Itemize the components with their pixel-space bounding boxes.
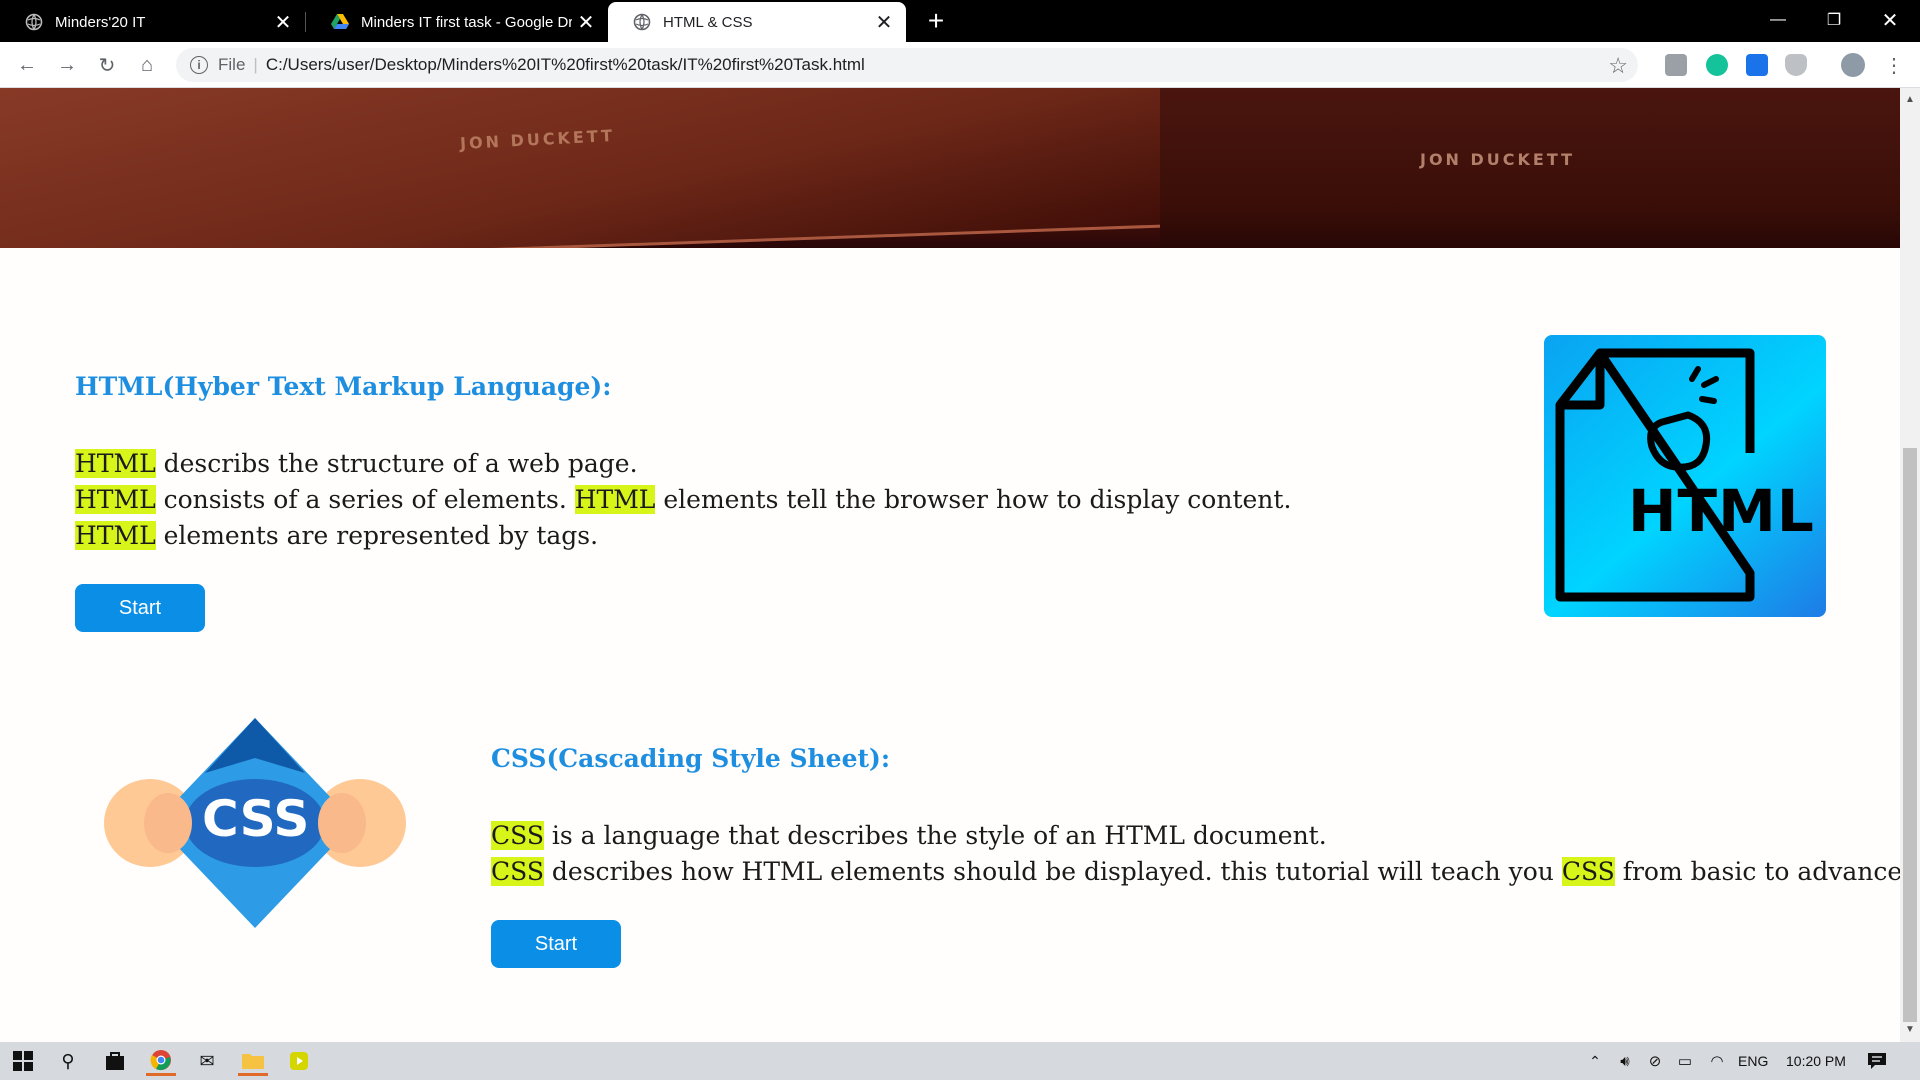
chrome-menu-icon[interactable]: ⋮ xyxy=(1879,50,1909,80)
bookmark-star-icon[interactable]: ☆ xyxy=(1608,53,1628,79)
close-tab-icon[interactable]: ✕ xyxy=(269,8,297,36)
reload-button[interactable]: ↻ xyxy=(92,50,122,80)
css-section-title: CSS(Cascading Style Sheet): xyxy=(491,744,891,773)
hero-banner-image: JON DUCKETT JON DUCKETT xyxy=(0,88,1900,248)
css-logo-text: CSS xyxy=(202,790,310,848)
forward-button[interactable]: → xyxy=(52,50,82,80)
tab-title: Minders'20 IT xyxy=(55,13,146,31)
network-error-icon[interactable]: ⊘ xyxy=(1640,1046,1670,1076)
highlight-term: CSS xyxy=(1561,857,1615,886)
chevron-up-icon[interactable]: ⌃ xyxy=(1580,1046,1610,1076)
highlight-term: CSS xyxy=(491,821,544,850)
address-bar[interactable]: i File | C:/Users/user/Desktop/Minders%2… xyxy=(176,48,1638,82)
css-start-button[interactable]: Start xyxy=(491,920,621,968)
screen: Minders'20 IT ✕ Minders IT first task - … xyxy=(0,0,1920,1080)
info-icon[interactable]: i xyxy=(190,56,208,74)
css-paragraph-line: CSS is a language that describes the sty… xyxy=(491,818,1327,854)
html-paragraph-line: HTML consists of a series of elements. H… xyxy=(75,482,1291,518)
tab-minders-it[interactable]: Minders'20 IT ✕ xyxy=(0,2,305,42)
minimize-window-button[interactable]: — xyxy=(1748,0,1808,40)
html-paragraph-line: HTML elements are represented by tags. xyxy=(75,518,598,554)
browser-tab-strip: Minders'20 IT ✕ Minders IT first task - … xyxy=(0,0,1920,42)
paragraph-text: from basic to advanced. xyxy=(1614,857,1900,886)
browser-toolbar: ← → ↻ ⌂ i File | C:/Users/user/Desktop/M… xyxy=(0,42,1920,88)
paragraph-text: describs the structure of a web page. xyxy=(155,449,638,478)
html-logo-image: HTML xyxy=(1544,335,1826,617)
search-icon[interactable]: ⚲ xyxy=(53,1046,83,1076)
battery-icon[interactable]: ▭ xyxy=(1670,1046,1700,1076)
html-start-button[interactable]: Start xyxy=(75,584,205,632)
highlight-term: HTML xyxy=(75,521,156,550)
grammarly-extension-icon[interactable] xyxy=(1706,54,1728,76)
page-scrollbar[interactable]: ▲ ▼ xyxy=(1900,88,1920,1042)
address-url: C:/Users/user/Desktop/Minders%20IT%20fir… xyxy=(265,55,865,74)
scroll-down-arrow-icon[interactable]: ▼ xyxy=(1904,1024,1916,1036)
page-viewport: JON DUCKETT JON DUCKETT HTML(Hyber Text … xyxy=(0,88,1900,1042)
book-cover xyxy=(0,88,1193,248)
new-tab-button[interactable]: + xyxy=(920,5,952,37)
tab-title: HTML & CSS xyxy=(663,13,753,31)
shield-extension-icon[interactable] xyxy=(1785,54,1807,76)
globe-icon xyxy=(25,13,43,31)
clock-time[interactable]: 10:20 PM xyxy=(1786,1053,1846,1069)
css-paragraph-line: CSS describes how HTML elements should b… xyxy=(491,854,1900,890)
address-divider: | xyxy=(253,55,258,74)
highlight-term: CSS xyxy=(491,857,544,886)
mail-icon[interactable]: ✉ xyxy=(192,1046,222,1076)
store-icon[interactable] xyxy=(100,1046,130,1076)
html-paragraph-line: HTML describs the structure of a web pag… xyxy=(75,446,638,482)
translate-extension-icon[interactable] xyxy=(1746,54,1768,76)
media-player-icon[interactable] xyxy=(284,1046,314,1076)
paragraph-text: elements are represented by tags. xyxy=(155,521,599,550)
scrollbar-thumb[interactable] xyxy=(1903,448,1917,1022)
tab-html-css[interactable]: HTML & CSS ✕ xyxy=(608,2,906,42)
restore-window-button[interactable]: ❐ xyxy=(1804,0,1864,40)
tab-google-drive[interactable]: Minders IT first task - Google Dri ✕ xyxy=(306,2,608,42)
home-button[interactable]: ⌂ xyxy=(132,50,162,80)
windows-start-icon[interactable] xyxy=(8,1046,38,1076)
close-tab-icon[interactable]: ✕ xyxy=(870,8,898,36)
book-author-text: JON DUCKETT xyxy=(1420,150,1576,169)
highlight-term: HTML xyxy=(574,485,656,514)
address-scheme: File xyxy=(218,55,246,74)
paragraph-text: is a language that describes the style o… xyxy=(543,821,1327,850)
globe-icon xyxy=(633,13,651,31)
notification-center-icon[interactable] xyxy=(1862,1046,1892,1076)
paragraph-text: elements tell the browser how to display… xyxy=(655,485,1292,514)
css-logo-image: CSS xyxy=(100,718,410,928)
windows-taskbar: ⚲ ✉ ⌃ 🔊︎ ⊘ ▭ ◠ ENG 10:20 PM xyxy=(0,1042,1920,1080)
scroll-up-arrow-icon[interactable]: ▲ xyxy=(1904,94,1916,106)
profile-avatar[interactable] xyxy=(1841,53,1865,77)
tab-title: Minders IT first task - Google Dri xyxy=(361,13,572,31)
highlight-term: HTML xyxy=(75,449,156,478)
input-language[interactable]: ENG xyxy=(1738,1053,1768,1069)
close-window-button[interactable]: ✕ xyxy=(1860,0,1920,40)
file-explorer-icon[interactable] xyxy=(238,1046,268,1076)
html-section-title: HTML(Hyber Text Markup Language): xyxy=(75,372,612,401)
highlight-term: HTML xyxy=(75,485,156,514)
close-tab-icon[interactable]: ✕ xyxy=(572,8,600,36)
paragraph-text: describes how HTML elements should be di… xyxy=(543,857,1562,886)
back-button[interactable]: ← xyxy=(12,50,42,80)
html-logo-text: HTML xyxy=(1628,477,1815,545)
chrome-taskbar-icon[interactable] xyxy=(146,1046,176,1076)
pdf-extension-icon[interactable] xyxy=(1665,54,1687,76)
volume-icon[interactable]: 🔊︎ xyxy=(1610,1046,1640,1076)
paragraph-text: consists of a series of elements. xyxy=(155,485,575,514)
google-drive-icon xyxy=(331,13,349,31)
wifi-icon[interactable]: ◠ xyxy=(1702,1046,1732,1076)
